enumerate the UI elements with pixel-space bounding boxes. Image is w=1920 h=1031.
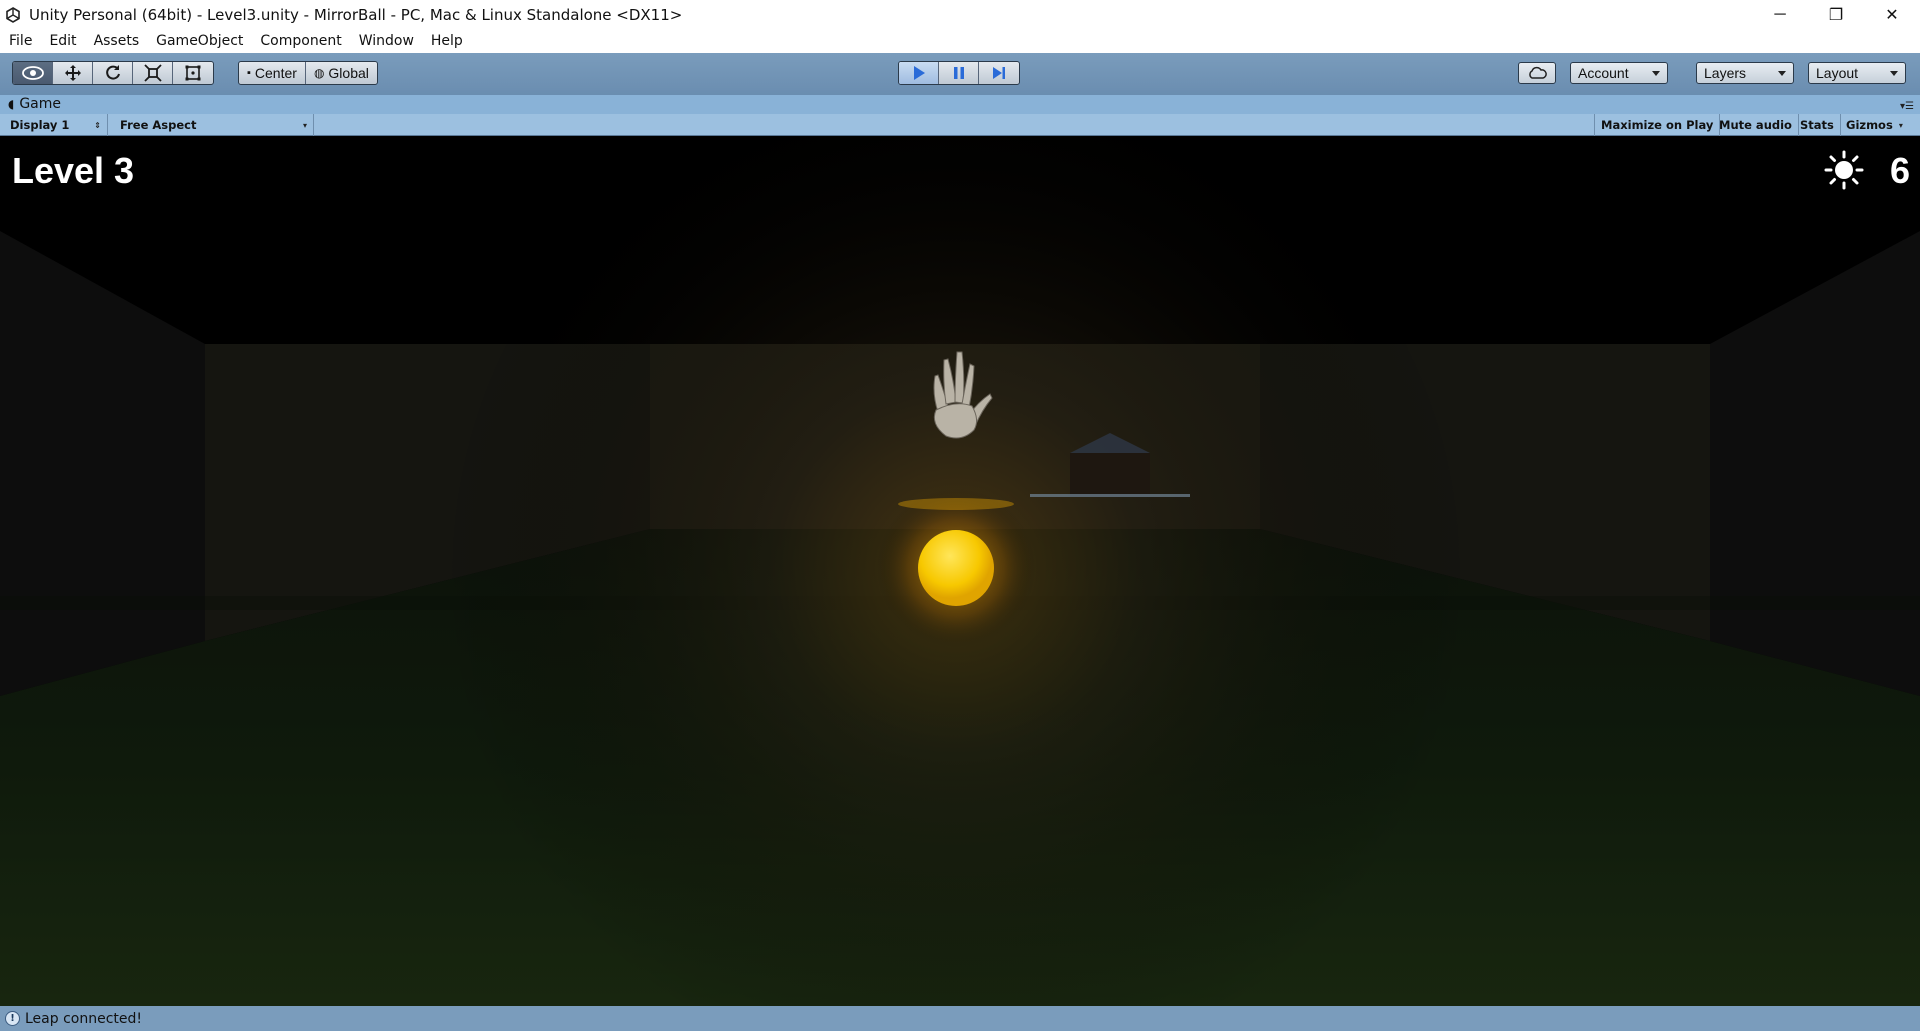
- mute-audio-label: Mute audio: [1719, 118, 1792, 132]
- game-panel-tab-bar: ◖ Game ▾☰: [0, 95, 1920, 114]
- playback-controls: [898, 61, 1020, 85]
- layout-label: Layout: [1816, 65, 1859, 81]
- title-bar: Unity Personal (64bit) - Level3.unity - …: [0, 0, 1920, 29]
- menu-file[interactable]: File: [0, 33, 40, 49]
- restore-button[interactable]: ❐: [1808, 0, 1864, 29]
- tab-game[interactable]: ◖ Game: [8, 96, 61, 112]
- move-tool-button[interactable]: [53, 62, 93, 84]
- transform-tools: [12, 61, 214, 85]
- pivot-rotation-button[interactable]: ◍ Global: [306, 62, 377, 84]
- maximize-on-play-label: Maximize on Play: [1601, 118, 1714, 132]
- pivot-mode-label: Center: [254, 65, 297, 81]
- window-controls: ─ ❐ ✕: [1752, 0, 1920, 29]
- rotate-icon: [105, 65, 120, 80]
- scale-tool-button[interactable]: [133, 62, 173, 84]
- move-icon: [64, 65, 81, 81]
- close-button[interactable]: ✕: [1864, 0, 1920, 29]
- globe-icon: ◍: [313, 66, 325, 80]
- menu-help[interactable]: Help: [422, 33, 471, 49]
- chevron-down-icon: ▾: [1898, 120, 1903, 130]
- cloud-button[interactable]: [1518, 62, 1556, 84]
- step-icon: [993, 67, 1005, 79]
- minimize-button[interactable]: ─: [1752, 0, 1808, 29]
- tab-game-label: Game: [19, 96, 62, 112]
- mirror-ball: [918, 530, 994, 606]
- stats-label: Stats: [1800, 118, 1834, 132]
- status-message[interactable]: Leap connected!: [25, 1011, 142, 1027]
- pivot-tools: ▪ Center ◍ Global: [238, 61, 378, 85]
- display-select[interactable]: Display 1 ⇕: [4, 114, 108, 136]
- updown-arrow-icon: ⇕: [94, 120, 101, 130]
- chevron-down-icon: [1890, 71, 1898, 76]
- status-bar: ! Leap connected!: [0, 1006, 1920, 1031]
- pacman-icon: ◖: [8, 97, 15, 111]
- mute-audio-toggle[interactable]: Mute audio: [1713, 114, 1799, 136]
- account-dropdown[interactable]: Account: [1570, 62, 1668, 84]
- rotate-tool-button[interactable]: [93, 62, 133, 84]
- unity-editor-window: Unity Personal (64bit) - Level3.unity - …: [0, 0, 1920, 1031]
- account-label: Account: [1578, 65, 1629, 81]
- cloud-icon: [1529, 66, 1547, 79]
- play-icon: [913, 66, 925, 80]
- chevron-down-icon: [1778, 71, 1786, 76]
- gizmos-label: Gizmos: [1846, 118, 1893, 132]
- menu-component[interactable]: Component: [251, 33, 349, 49]
- eye-icon: [21, 66, 44, 80]
- unity-logo-icon: [3, 5, 23, 25]
- game-viewport[interactable]: Level 3 6: [0, 136, 1920, 1006]
- main-toolbar: ▪ Center ◍ Global Account Layers Layout: [0, 53, 1920, 95]
- rect-tool-button[interactable]: [173, 62, 213, 84]
- level-title: Level 3: [12, 150, 135, 191]
- panel-menu-icon[interactable]: ▾☰: [1900, 101, 1914, 112]
- window-title: Unity Personal (64bit) - Level3.unity - …: [29, 5, 683, 24]
- pivot-center-icon: ▪: [247, 67, 251, 79]
- pause-button[interactable]: [939, 62, 979, 84]
- sun-icon: [1824, 150, 1864, 190]
- display-label: Display 1: [10, 118, 70, 132]
- aspect-label: Free Aspect: [120, 118, 197, 132]
- aspect-select[interactable]: Free Aspect ▾: [114, 114, 314, 136]
- layout-dropdown[interactable]: Layout: [1808, 62, 1906, 84]
- layers-dropdown[interactable]: Layers: [1696, 62, 1794, 84]
- scale-icon: [143, 64, 162, 82]
- menu-edit[interactable]: Edit: [40, 33, 84, 49]
- maximize-on-play-toggle[interactable]: Maximize on Play: [1594, 114, 1721, 136]
- menu-gameobject[interactable]: GameObject: [147, 33, 251, 49]
- view-tool-button[interactable]: [13, 62, 53, 84]
- stats-toggle[interactable]: Stats: [1794, 114, 1841, 136]
- step-button[interactable]: [979, 62, 1019, 84]
- info-icon: !: [5, 1011, 20, 1026]
- layers-label: Layers: [1704, 65, 1747, 81]
- play-button[interactable]: [899, 62, 939, 84]
- light-count: 6: [1889, 150, 1910, 191]
- menu-bar: File Edit Assets GameObject Component Wi…: [0, 29, 1920, 53]
- rect-icon: [185, 65, 201, 81]
- menu-assets[interactable]: Assets: [85, 33, 148, 49]
- menu-window[interactable]: Window: [350, 33, 422, 49]
- pivot-mode-button[interactable]: ▪ Center: [239, 62, 306, 84]
- game-scene: [0, 136, 1920, 1006]
- pivot-rotation-label: Global: [328, 65, 369, 81]
- chevron-down-icon: ▾: [302, 120, 307, 130]
- chevron-down-icon: [1652, 71, 1660, 76]
- game-view-toolbar: Display 1 ⇕ Free Aspect ▾ Maximize on Pl…: [0, 114, 1920, 136]
- gizmos-dropdown[interactable]: Gizmos ▾: [1840, 114, 1909, 136]
- pause-icon: [953, 67, 964, 79]
